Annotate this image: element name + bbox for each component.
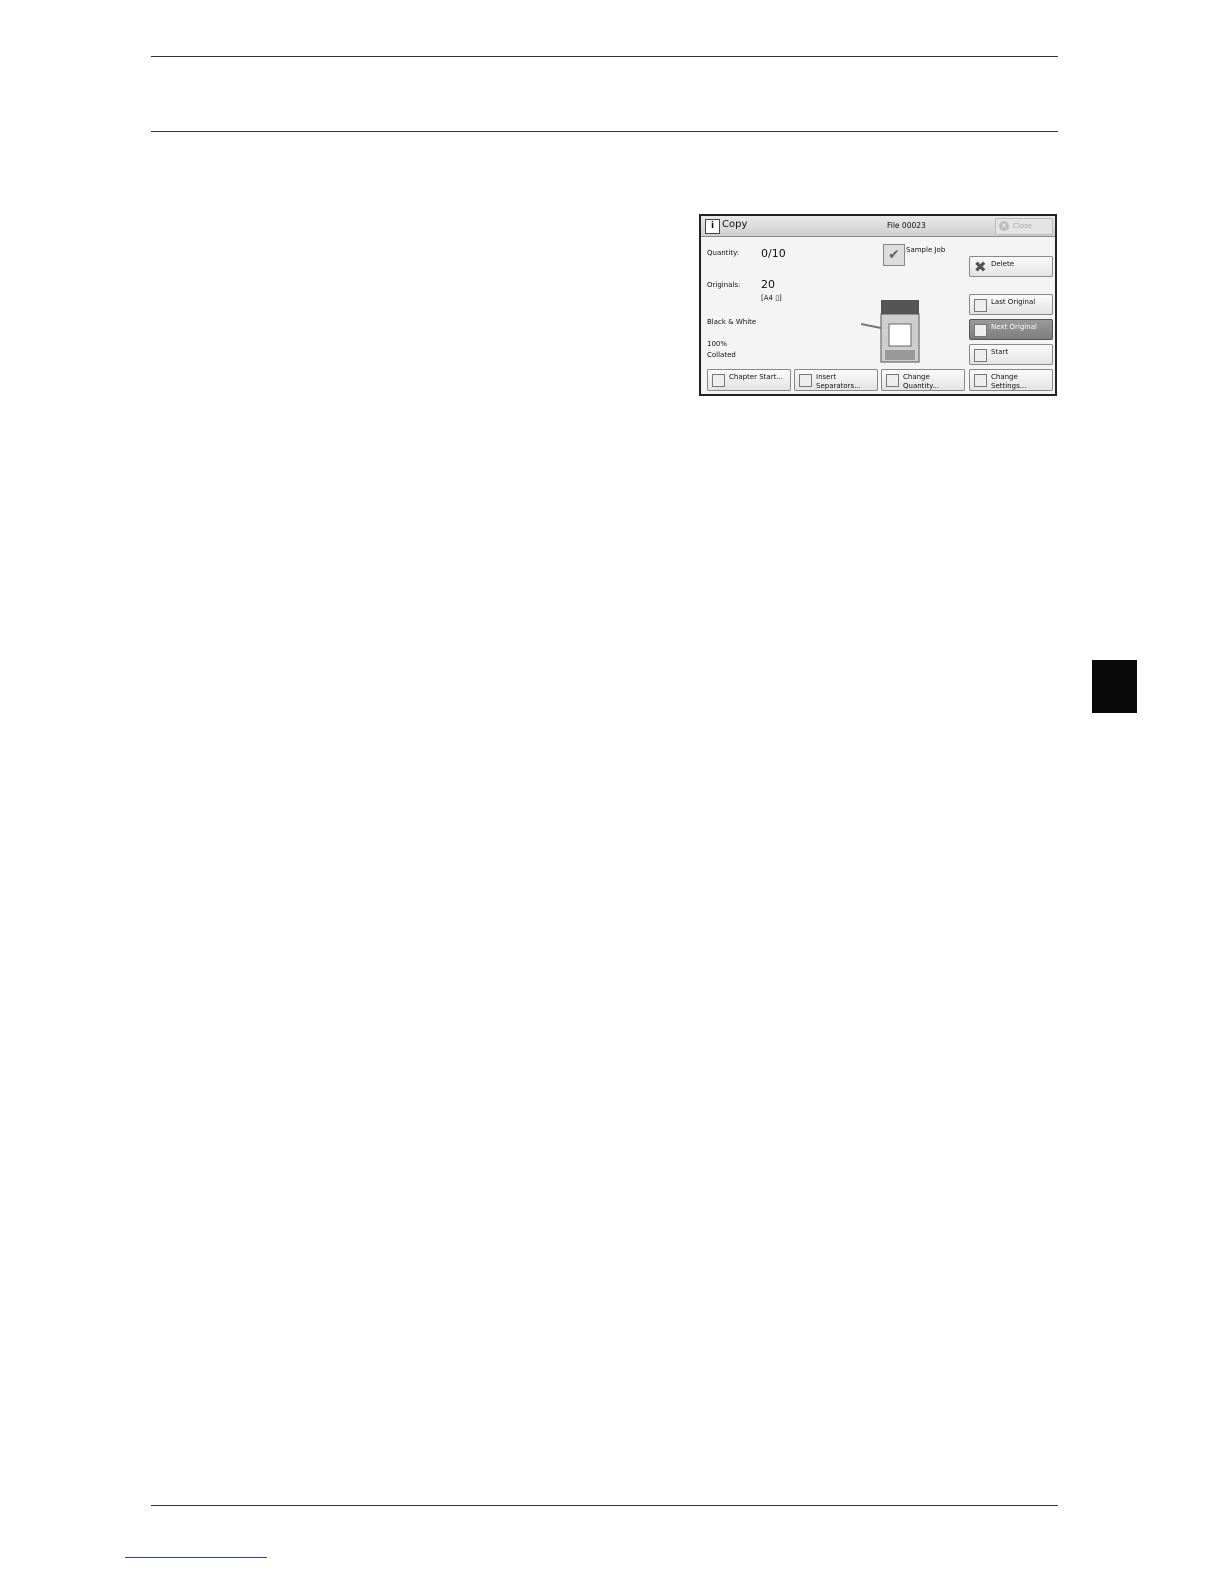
screen-title: Copy: [722, 219, 748, 230]
change-settings-label-2: Settings...: [991, 382, 1027, 390]
copy-screen-panel: i Copy File 00023 ✕ Close Quantity: 0/10…: [699, 214, 1057, 396]
delete-x-icon: ✖: [974, 258, 987, 276]
last-original-label: Last Original: [991, 298, 1036, 306]
last-original-button[interactable]: Last Original: [969, 294, 1053, 315]
change-quantity-button[interactable]: Change Quantity...: [881, 369, 965, 391]
quantity-label: Quantity:: [707, 249, 740, 257]
sample-job-label: Sample Job: [906, 246, 946, 254]
close-icon: ✕: [999, 221, 1009, 231]
copier-machine-icon: [861, 300, 920, 363]
start-label: Start: [991, 348, 1009, 356]
chapter-tab-marker: [1092, 660, 1137, 713]
next-original-label: Next Original: [991, 323, 1037, 331]
output-value: Collated: [707, 351, 736, 359]
insert-separators-label-1: Insert: [816, 373, 837, 381]
header-rule-bottom: [151, 131, 1058, 132]
quantity-value: 0/10: [761, 247, 786, 260]
header-rule-top: [151, 56, 1058, 57]
last-original-icon: [974, 299, 987, 312]
chapter-start-button[interactable]: Chapter Start...: [707, 369, 791, 391]
close-button[interactable]: ✕ Close: [995, 218, 1053, 235]
close-label: Close: [1013, 222, 1033, 230]
insert-separators-label-2: Separators...: [816, 382, 861, 390]
originals-size: [A4 ▯]: [761, 294, 782, 302]
originals-label: Originals:: [707, 281, 741, 289]
change-settings-icon: [974, 374, 987, 387]
next-original-button[interactable]: Next Original: [969, 319, 1053, 340]
chapter-start-icon: [712, 374, 725, 387]
start-button[interactable]: Start: [969, 344, 1053, 365]
info-icon[interactable]: i: [705, 219, 720, 234]
change-quantity-text: Change Quantity...: [903, 373, 939, 391]
color-mode: Black & White: [707, 318, 757, 326]
title-bar: i Copy File 00023 ✕ Close: [701, 216, 1055, 237]
start-icon: [974, 349, 987, 362]
footer-link-underline[interactable]: [125, 1557, 267, 1558]
change-quantity-label-1: Change: [903, 373, 930, 381]
insert-separators-icon: [799, 374, 812, 387]
change-settings-label-1: Change: [991, 373, 1018, 381]
change-settings-button[interactable]: Change Settings...: [969, 369, 1053, 391]
insert-separators-text: Insert Separators...: [816, 373, 861, 391]
footer-rule: [151, 1505, 1058, 1506]
delete-button[interactable]: ✖ Delete: [969, 256, 1053, 277]
change-settings-text: Change Settings...: [991, 373, 1026, 391]
change-quantity-label-2: Quantity...: [903, 382, 939, 390]
change-quantity-icon: [886, 374, 899, 387]
delete-label: Delete: [991, 260, 1014, 268]
file-label: File 00023: [887, 221, 926, 230]
insert-separators-button[interactable]: Insert Separators...: [794, 369, 878, 391]
next-original-icon: [974, 324, 987, 337]
chapter-start-label: Chapter Start...: [729, 373, 783, 381]
originals-value: 20: [761, 278, 775, 291]
sample-job-checkbox[interactable]: ✔: [883, 244, 905, 266]
reduce-enlarge-value: 100%: [707, 340, 728, 348]
